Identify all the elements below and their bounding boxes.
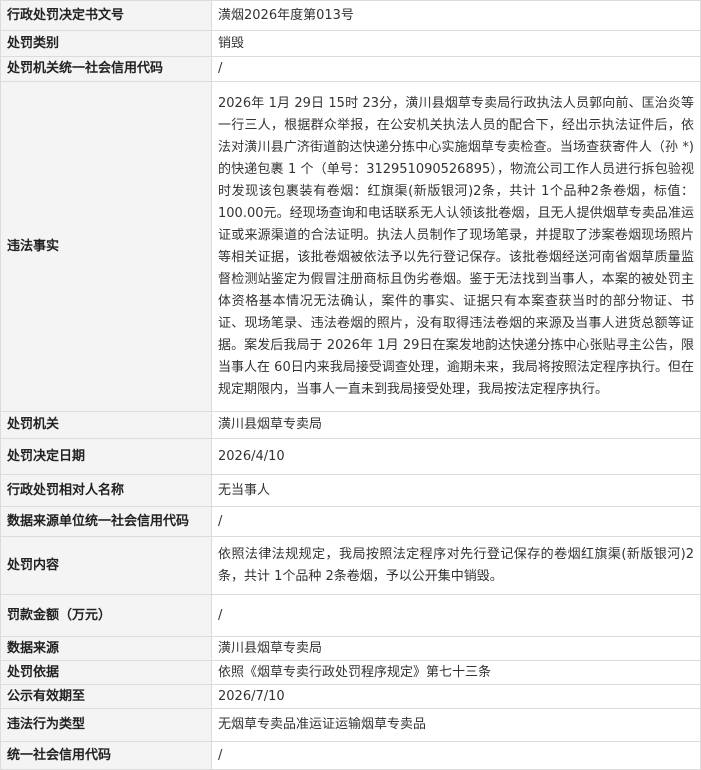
row-label: 行政处罚决定书文号 [0,0,212,31]
table-row: 数据来源 潢川县烟草专卖局 [0,636,701,661]
row-value: 潢川县烟草专卖局 [211,411,701,439]
row-label: 统一社会信用代码 [0,741,212,770]
table-row: 处罚依据 依照《烟草专卖行政处罚程序规定》第七十三条 [0,660,701,685]
row-label: 行政处罚相对人名称 [0,474,212,507]
row-value: 依照法律法规规定，我局按照法定程序对先行登记保存的卷烟红旗渠(新版银河)2条，共… [211,536,701,595]
row-label: 处罚机关 [0,411,212,439]
row-label: 违法事实 [0,81,212,412]
row-value: 无烟草专卖品准运证运输烟草专卖品 [211,708,701,742]
row-value: 无当事人 [211,474,701,507]
table-row: 数据来源单位统一社会信用代码 / [0,506,701,537]
table-row: 行政处罚决定书文号 潢烟2026年度第013号 [0,0,701,31]
table-row: 处罚机关统一社会信用代码 / [0,56,701,82]
row-value: 销毁 [211,30,701,57]
row-value: 2026/4/10 [211,438,701,475]
row-value: / [211,594,701,637]
table-row: 处罚决定日期 2026/4/10 [0,438,701,475]
row-label: 罚款金额（万元） [0,594,212,637]
row-value: 潢烟2026年度第013号 [211,0,701,31]
row-value: 依照《烟草专卖行政处罚程序规定》第七十三条 [211,660,701,685]
table-row: 处罚内容 依照法律法规规定，我局按照法定程序对先行登记保存的卷烟红旗渠(新版银河… [0,536,701,595]
row-label: 处罚决定日期 [0,438,212,475]
row-value: 2026/7/10 [211,684,701,709]
table-row: 违法事实 2026年 1月 29日 15时 23分，潢川县烟草专卖局行政执法人员… [0,81,701,412]
table-row: 罚款金额（万元） / [0,594,701,637]
penalty-detail-table: 行政处罚决定书文号 潢烟2026年度第013号 处罚类别 销毁 处罚机关统一社会… [0,0,701,770]
row-value: 2026年 1月 29日 15时 23分，潢川县烟草专卖局行政执法人员郭向前、匡… [211,81,701,412]
row-value: / [211,56,701,82]
row-label: 处罚类别 [0,30,212,57]
table-row: 统一社会信用代码 / [0,741,701,770]
row-value: / [211,741,701,770]
row-value: 潢川县烟草专卖局 [211,636,701,661]
table-row: 公示有效期至 2026/7/10 [0,684,701,709]
row-label: 公示有效期至 [0,684,212,709]
table-row: 违法行为类型 无烟草专卖品准运证运输烟草专卖品 [0,708,701,742]
table-row: 行政处罚相对人名称 无当事人 [0,474,701,507]
row-label: 处罚依据 [0,660,212,685]
table-row: 处罚机关 潢川县烟草专卖局 [0,411,701,439]
row-label: 数据来源 [0,636,212,661]
row-value: / [211,506,701,537]
row-label: 违法行为类型 [0,708,212,742]
table-row: 处罚类别 销毁 [0,30,701,57]
row-label: 数据来源单位统一社会信用代码 [0,506,212,537]
row-label: 处罚机关统一社会信用代码 [0,56,212,82]
row-label: 处罚内容 [0,536,212,595]
